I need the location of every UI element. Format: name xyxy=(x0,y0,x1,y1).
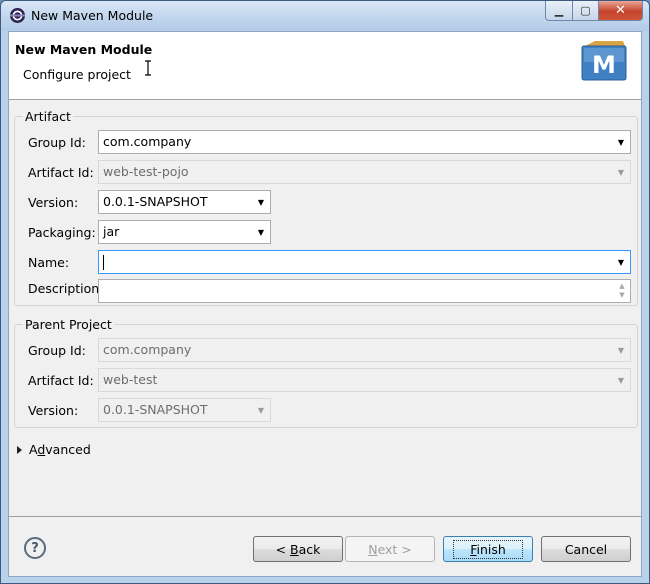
expand-arrow-icon[interactable] xyxy=(17,445,22,454)
window-title: New Maven Module xyxy=(31,8,154,23)
parent-version-value: 0.0.1-SNAPSHOT xyxy=(103,402,208,417)
chevron-down-icon: ▼ xyxy=(617,167,625,177)
artifact-id-combo: web-test-pojo ▼ xyxy=(98,160,631,184)
button-bar-separator xyxy=(9,516,641,517)
parent-group-id-label: Group Id: xyxy=(28,343,86,358)
next-button[interactable]: Next > xyxy=(345,536,435,562)
name-label: Name: xyxy=(28,255,70,270)
chevron-down-icon[interactable]: ▼ xyxy=(252,221,270,243)
minimize-icon: ▁ xyxy=(554,4,564,17)
text-cursor-icon xyxy=(145,60,151,76)
wizard-header: New Maven Module Configure project M xyxy=(9,32,641,100)
artifact-id-value: web-test-pojo xyxy=(103,164,189,179)
scroll-arrows-icon[interactable]: ▲ ▼ xyxy=(614,280,630,302)
dialog-window: New Maven Module ▁ ▢ ✕ New Maven Module … xyxy=(0,0,650,584)
description-label: Description: xyxy=(28,281,104,296)
parent-artifact-id-value: web-test xyxy=(103,372,158,387)
finish-button[interactable]: Finish xyxy=(443,536,533,562)
parent-project-group: Parent Project Group Id: com.company ▼ A… xyxy=(14,317,638,428)
parent-artifact-id-label: Artifact Id: xyxy=(28,373,94,388)
name-combo[interactable]: ▼ xyxy=(98,250,631,274)
help-icon[interactable]: ? xyxy=(24,537,46,559)
artifact-id-label: Artifact Id: xyxy=(28,165,94,180)
chevron-down-icon: ▼ xyxy=(257,405,265,415)
close-icon: ✕ xyxy=(615,3,626,18)
header-description: Configure project xyxy=(23,67,131,82)
advanced-expander[interactable]: Advanced xyxy=(17,442,91,457)
finish-button-label: Finish xyxy=(453,539,523,559)
advanced-label: Advanced xyxy=(29,442,91,457)
eclipse-icon xyxy=(10,8,25,23)
close-button[interactable]: ✕ xyxy=(599,1,643,21)
packaging-combo[interactable]: jar ▼ xyxy=(98,220,271,244)
parent-version-label: Version: xyxy=(28,403,79,418)
parent-artifact-id-combo: web-test ▼ xyxy=(98,368,631,392)
title-bar[interactable]: New Maven Module ▁ ▢ ✕ xyxy=(1,1,649,31)
cancel-button[interactable]: Cancel xyxy=(541,536,631,562)
parent-group-id-combo: com.company ▼ xyxy=(98,338,631,362)
description-textarea[interactable]: ▲ ▼ xyxy=(98,279,631,303)
minimize-button[interactable]: ▁ xyxy=(545,1,573,21)
group-id-label: Group Id: xyxy=(28,135,86,150)
maximize-icon: ▢ xyxy=(580,4,591,17)
group-id-value: com.company xyxy=(103,134,192,149)
dialog-client: New Maven Module Configure project M Art… xyxy=(8,31,642,577)
artifact-group: Artifact Group Id: com.company ▼ Artifac… xyxy=(14,109,638,306)
maven-logo-icon: M xyxy=(581,41,627,81)
parent-project-group-title: Parent Project xyxy=(23,317,114,332)
version-value: 0.0.1-SNAPSHOT xyxy=(103,194,208,209)
chevron-down-icon[interactable]: ▼ xyxy=(612,251,630,273)
chevron-down-icon[interactable]: ▼ xyxy=(252,191,270,213)
parent-group-id-value: com.company xyxy=(103,342,192,357)
packaging-value: jar xyxy=(103,224,120,239)
version-combo[interactable]: 0.0.1-SNAPSHOT ▼ xyxy=(98,190,271,214)
header-title: New Maven Module xyxy=(15,42,153,57)
chevron-down-icon: ▼ xyxy=(617,345,625,355)
back-button[interactable]: < Back xyxy=(253,536,343,562)
maximize-button[interactable]: ▢ xyxy=(573,1,599,21)
version-label: Version: xyxy=(28,195,79,210)
chevron-down-icon: ▼ xyxy=(617,375,625,385)
packaging-label: Packaging: xyxy=(28,225,96,240)
svg-text:M: M xyxy=(592,51,616,79)
artifact-group-title: Artifact xyxy=(23,109,73,124)
parent-version-combo: 0.0.1-SNAPSHOT ▼ xyxy=(98,398,271,422)
text-caret xyxy=(103,255,104,270)
group-id-combo[interactable]: com.company ▼ xyxy=(98,130,631,154)
chevron-down-icon[interactable]: ▼ xyxy=(612,131,630,153)
window-controls: ▁ ▢ ✕ xyxy=(545,1,643,21)
